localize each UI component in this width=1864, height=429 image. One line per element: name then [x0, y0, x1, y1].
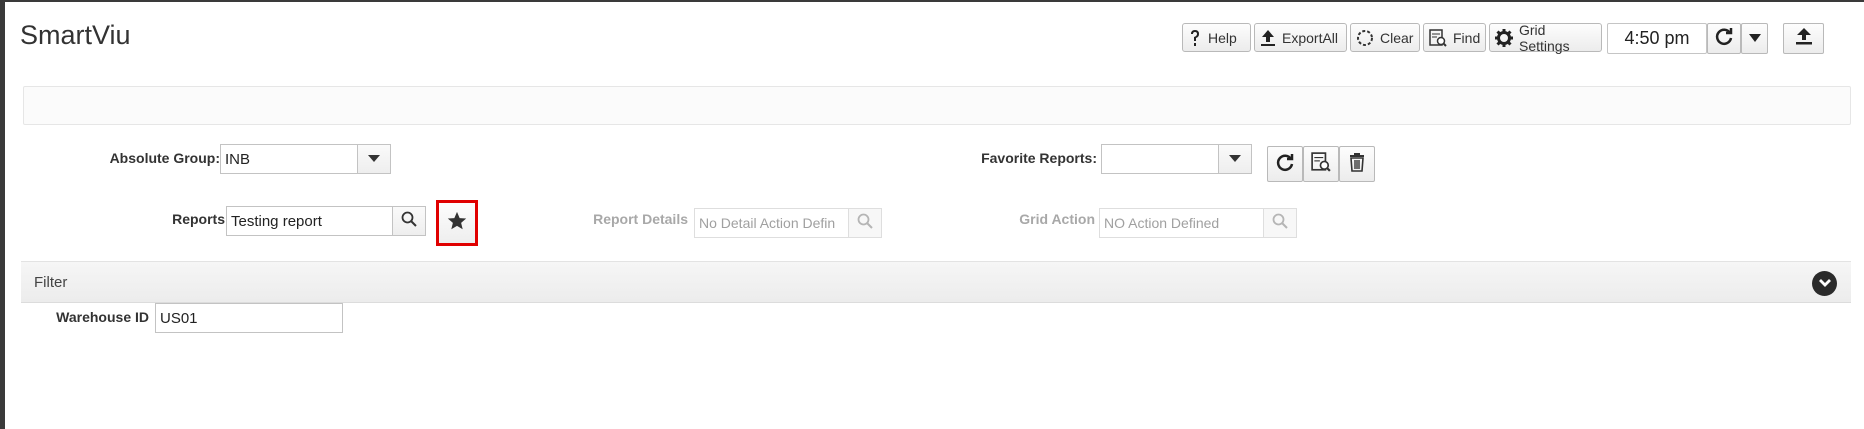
trash-icon	[1348, 152, 1366, 177]
absolute-group-label: Absolute Group:	[109, 150, 220, 166]
absolute-group-dropdown-button[interactable]	[357, 144, 391, 174]
refresh-favorites-button[interactable]	[1267, 146, 1303, 182]
view-report-button[interactable]	[1303, 146, 1339, 182]
reports-label: Reports	[172, 211, 225, 227]
find-button[interactable]: Find	[1423, 23, 1486, 52]
refresh-dropdown-button[interactable]	[1741, 23, 1768, 54]
refresh-button[interactable]	[1707, 23, 1741, 54]
warehouse-id-label: Warehouse ID	[56, 309, 149, 325]
favorite-reports-label: Favorite Reports:	[981, 150, 1097, 166]
find-label: Find	[1453, 29, 1481, 46]
upload-icon	[1795, 27, 1813, 50]
grid-action-search-button	[1263, 208, 1297, 238]
clear-button[interactable]: Clear	[1350, 23, 1420, 52]
filter-title: Filter	[34, 274, 68, 291]
gear-icon	[1495, 28, 1513, 47]
spinner-icon	[1356, 29, 1374, 47]
upload-icon	[1260, 29, 1276, 47]
filter-section-header[interactable]: Filter	[21, 261, 1851, 303]
upload-button[interactable]	[1783, 23, 1824, 54]
report-details-search-button	[848, 208, 882, 238]
export-all-label: ExportAll	[1282, 29, 1339, 46]
absolute-group-select[interactable]: INB	[220, 144, 358, 174]
star-icon	[446, 210, 468, 237]
app-title: SmartViu	[20, 20, 131, 50]
find-icon	[1311, 151, 1331, 177]
report-details-label: Report Details	[593, 211, 688, 227]
reports-search-button[interactable]	[392, 206, 426, 236]
favorite-reports-select[interactable]	[1101, 144, 1219, 174]
find-icon	[1429, 28, 1447, 47]
caret-down-icon	[367, 150, 381, 168]
caret-down-icon	[1228, 150, 1242, 168]
expand-toggle-button[interactable]	[1812, 271, 1837, 296]
search-icon	[401, 211, 417, 232]
header-panel	[23, 86, 1851, 125]
clear-label: Clear	[1380, 29, 1414, 46]
export-all-button[interactable]: ExportAll	[1254, 23, 1347, 52]
favorite-star-button[interactable]	[436, 200, 478, 246]
time-display: 4:50 pm	[1607, 23, 1707, 54]
refresh-icon	[1714, 26, 1734, 51]
grid-settings-button[interactable]: Grid Settings	[1489, 21, 1602, 54]
grid-settings-label: Grid Settings	[1519, 21, 1570, 54]
grid-action-input: NO Action Defined	[1099, 208, 1264, 238]
refresh-icon	[1275, 152, 1295, 177]
question-icon	[1188, 29, 1202, 47]
reports-input[interactable]: Testing report	[226, 206, 393, 236]
search-icon	[1272, 213, 1288, 234]
search-icon	[857, 213, 873, 234]
report-details-input: No Detail Action Defin	[694, 208, 849, 238]
page: SmartViu Help ExportAll Clear Find Grid …	[5, 2, 1864, 429]
delete-favorite-button[interactable]	[1339, 146, 1375, 182]
caret-down-icon	[1748, 30, 1762, 48]
help-label: Help	[1208, 29, 1237, 46]
chevron-down-icon	[1818, 275, 1832, 293]
help-button[interactable]: Help	[1182, 23, 1251, 52]
grid-action-label: Grid Action	[1019, 211, 1095, 227]
favorite-reports-dropdown-button[interactable]	[1218, 144, 1252, 174]
warehouse-id-input[interactable]: US01	[155, 303, 343, 333]
